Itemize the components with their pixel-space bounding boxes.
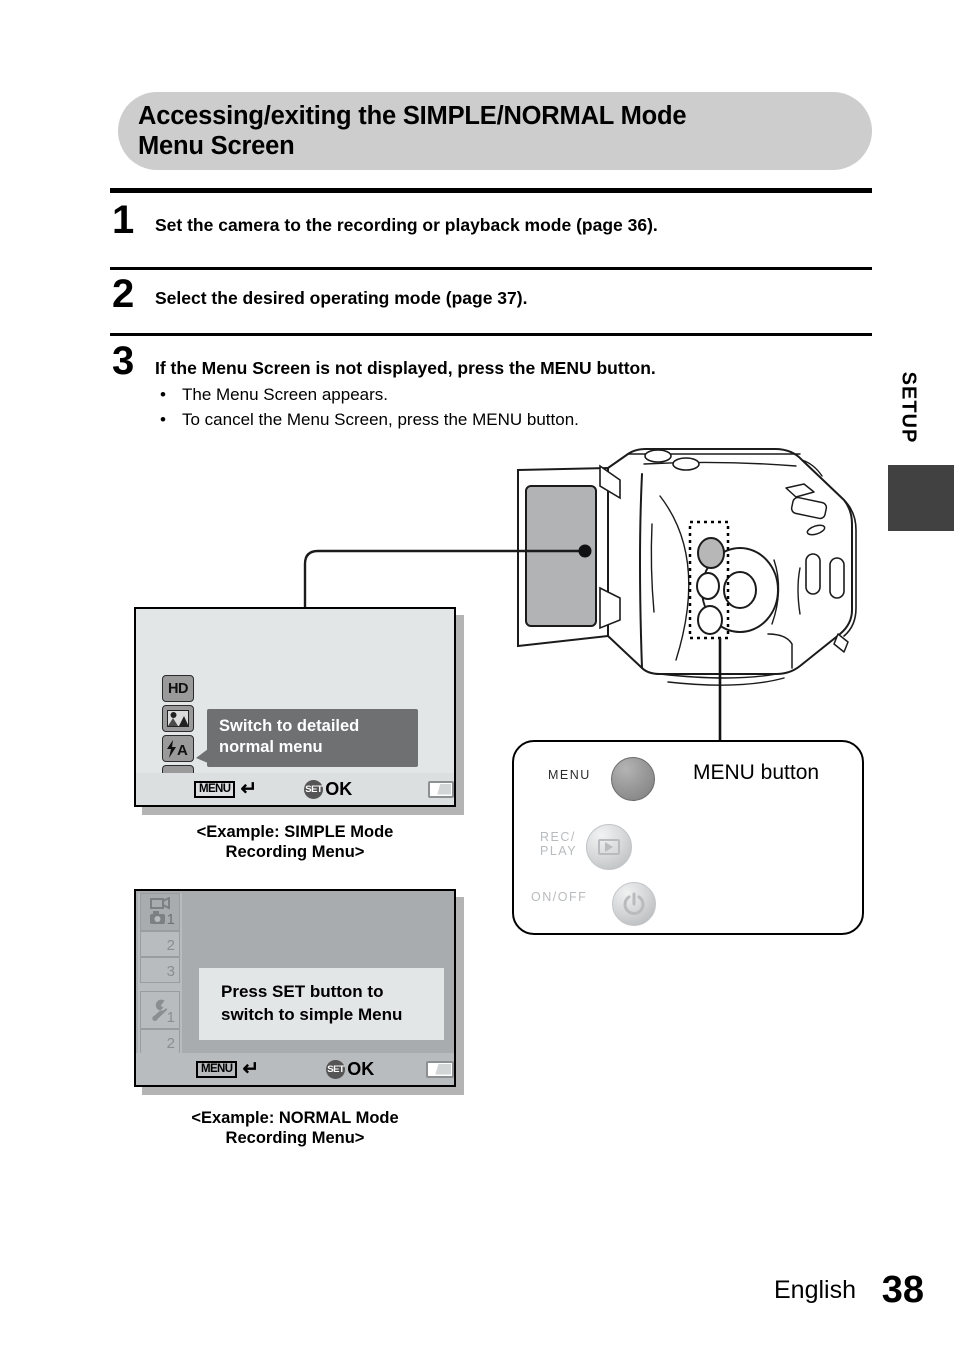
step-3-number: 3: [112, 339, 135, 383]
record-tab-2-num: 2: [166, 937, 175, 954]
page-title-line2: Menu Screen: [138, 132, 295, 160]
menu-key-tag: MENU: [196, 1060, 238, 1078]
normal-mode-menu-screenshot: 1 2 3 1 2 3: [134, 889, 464, 1095]
record-tab-1-num: 1: [166, 911, 175, 928]
footer-language: English: [774, 1276, 856, 1304]
divider-step-3-top: [110, 333, 872, 336]
side-tab-setup: SETUP: [888, 352, 928, 462]
setup-tab-1[interactable]: 1: [140, 991, 180, 1029]
record-tab-2[interactable]: 2: [140, 931, 180, 957]
setup-tab-2[interactable]: 2: [140, 1029, 180, 1055]
list-item: • To cancel the Menu Screen, press the ME…: [160, 408, 579, 433]
menu-key-tag: MENU: [194, 780, 236, 798]
camera-drawing: [517, 448, 857, 686]
side-tab-label: SETUP: [897, 371, 920, 443]
recplay-label-line2: PLAY: [540, 844, 578, 858]
scene-icon-glyph: [167, 710, 189, 727]
tooltip-line1: Switch to detailed: [219, 717, 360, 735]
camera-illustration: [500, 438, 880, 748]
recplay-label-line1: REC/: [540, 830, 576, 844]
menu-button-label: MENU: [548, 768, 591, 782]
set-ok-hint[interactable]: SET OK: [304, 779, 352, 800]
step-3-bullets: • The Menu Screen appears. • To cancel the…: [160, 383, 579, 432]
simple-caption-line1: <Example: SIMPLE Mode: [196, 823, 394, 841]
tooltip-line2: normal menu: [219, 737, 323, 756]
normal-menu-message: Press SET button to switch to simple Men…: [199, 968, 444, 1040]
record-tab-3[interactable]: 3: [140, 957, 180, 983]
simple-menu-bottom-bar: MENU ↵ SET OK: [136, 773, 454, 805]
set-ok-hint[interactable]: SET OK: [326, 1059, 374, 1080]
normal-message-line1: Press SET button to: [221, 982, 384, 1002]
screenshot-frame: HD A S▸N: [134, 607, 456, 807]
side-tab-block: [888, 465, 954, 531]
divider-step-1-top: [110, 188, 872, 193]
step-3-bullet-2: To cancel the Menu Screen, press the MEN…: [182, 409, 579, 429]
battery-icon: [426, 1060, 454, 1078]
rec-play-button[interactable]: [586, 824, 632, 870]
play-icon: [598, 839, 620, 855]
menu-return-hint[interactable]: MENU ↵: [196, 1059, 259, 1079]
page-title-line1: Accessing/exiting the SIMPLE/NORMAL Mode: [138, 101, 687, 130]
return-arrow-icon: ↵: [242, 1058, 260, 1080]
simple-menu-caption: <Example: SIMPLE Mode Recording Menu>: [125, 822, 465, 862]
page-title-banner: Accessing/exiting the SIMPLE/NORMAL Mode…: [118, 92, 872, 170]
screenshot-frame: 1 2 3 1 2 3: [134, 889, 456, 1087]
record-tab-3-num: 3: [166, 963, 175, 980]
bullet-dot: •: [160, 385, 166, 404]
return-arrow-icon: ↵: [240, 778, 258, 800]
set-key-tag: SET: [304, 779, 324, 799]
menu-button-callout-label: MENU button: [693, 761, 820, 784]
hd-icon[interactable]: HD: [162, 675, 194, 702]
step-3-text: If the Menu Screen is not displayed, pre…: [155, 358, 656, 378]
battery-icon: [428, 780, 454, 798]
flash-auto-glyph: A: [167, 739, 188, 758]
normal-menu-caption: <Example: NORMAL Mode Recording Menu>: [125, 1108, 465, 1148]
record-tab-1[interactable]: 1: [140, 893, 180, 931]
menu-return-hint[interactable]: MENU ↵: [194, 779, 257, 799]
tab-separator: [138, 983, 182, 991]
onoff-button-label: ON/OFF: [531, 890, 588, 904]
set-key-tag: SET: [326, 1059, 346, 1079]
svg-text:A: A: [177, 742, 188, 758]
divider-step-2-top: [110, 267, 872, 270]
hd-icon-label: HD: [168, 680, 188, 697]
bullet-dot: •: [160, 409, 166, 429]
power-icon: [623, 892, 645, 915]
page-title: Accessing/exiting the SIMPLE/NORMAL Mode…: [118, 101, 687, 161]
lcd-panel: [517, 464, 621, 648]
footer-page-number: 38: [881, 1269, 924, 1311]
setup-tab-2-num: 2: [166, 1035, 175, 1052]
menu-button[interactable]: [611, 757, 655, 801]
setup-tab-1-num: 1: [166, 1009, 175, 1026]
normal-caption-line2: Recording Menu>: [225, 1129, 365, 1148]
simple-caption-line2: Recording Menu>: [225, 843, 365, 862]
power-button[interactable]: [612, 882, 656, 926]
ok-label: OK: [347, 1058, 375, 1079]
step-1-number: 1: [112, 198, 135, 242]
normal-menu-bottom-bar: MENU ↵ SET OK: [136, 1053, 454, 1085]
step-3-bullet-1: The Menu Screen appears.: [182, 385, 389, 404]
simple-mode-menu-screenshot: HD A S▸N: [134, 607, 464, 815]
flash-auto-icon[interactable]: A: [162, 735, 194, 762]
simple-menu-tooltip: Switch to detailed normal menu: [196, 709, 418, 767]
step-2-number: 2: [112, 272, 135, 316]
step-1-text: Set the camera to the recording or playb…: [155, 215, 658, 235]
list-item: • The Menu Screen appears.: [160, 383, 579, 408]
ok-label: OK: [325, 778, 353, 799]
normal-message-line2: switch to simple Menu: [221, 1005, 403, 1024]
step-2-text: Select the desired operating mode (page …: [155, 288, 528, 308]
scene-icon[interactable]: [162, 705, 194, 732]
manual-page: Accessing/exiting the SIMPLE/NORMAL Mode…: [0, 0, 954, 1345]
normal-caption-line1: <Example: NORMAL Mode: [191, 1109, 399, 1127]
recplay-button-label: REC/ PLAY: [540, 830, 577, 858]
